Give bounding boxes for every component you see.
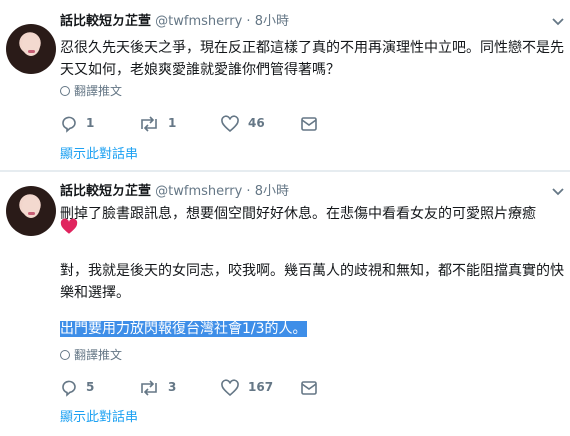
like-count: 167 [248, 380, 274, 394]
show-thread-link[interactable]: 顯示此對話串 [60, 147, 138, 163]
tweet-header: 話比較短ㄉ芷萱 @twfmsherry · 8小時 [60, 13, 289, 31]
tweet-text-line: 天又如何，老娘爽愛誰就愛誰你們管得著嗎？ [60, 62, 340, 78]
tweet-text-line: 刪掉了臉書跟訊息，想要個空間好好休息。在悲傷中看看女友的可愛照片療癒 [60, 206, 536, 222]
handle[interactable]: @twfmsherry [155, 184, 242, 199]
like-button[interactable]: 46 [220, 113, 265, 133]
translate-label: 翻譯推文 [74, 348, 123, 362]
reply-count: 5 [86, 380, 95, 394]
tweet-text-line: 對，我就是後天的女同志，咬我啊。幾百萬人的歧視和無知，都不能阻擋真實的快 [60, 263, 564, 279]
red-heart-emoji [60, 218, 78, 239]
chevron-down-icon[interactable] [552, 16, 564, 29]
retweet-icon [141, 379, 157, 396]
retweet-button[interactable]: 3 [138, 377, 176, 397]
separator: · [242, 184, 255, 199]
avatar[interactable] [6, 24, 56, 74]
envelope-icon [301, 116, 317, 131]
tweet-text-line: 樂和選擇。 [60, 285, 130, 301]
retweet-button[interactable]: 1 [138, 113, 176, 133]
envelope-icon [301, 380, 317, 395]
globe-icon [60, 350, 70, 360]
divider [0, 170, 570, 172]
tweet-text: 忍很久先天後天之爭，現在反正都這樣了真的不用再演理性中立吧。同性戀不是先 天又如… [60, 37, 566, 81]
translate-label: 翻譯推文 [74, 84, 123, 98]
reply-icon [62, 116, 76, 133]
retweet-count: 1 [168, 116, 177, 130]
tweet-actions: 1 1 46 [60, 113, 360, 133]
handle[interactable]: @twfmsherry [155, 14, 242, 29]
direct-message-button[interactable] [300, 113, 318, 133]
retweet-icon [141, 115, 157, 132]
reply-count: 1 [86, 116, 95, 130]
like-button[interactable]: 167 [220, 377, 273, 397]
like-count: 46 [248, 116, 265, 130]
selected-text: 出門要用力放閃報復台灣社會1/3的人。 [60, 321, 307, 337]
reply-button[interactable]: 5 [60, 377, 94, 397]
separator: · [242, 14, 255, 29]
heart-icon [221, 114, 239, 132]
display-name[interactable]: 話比較短ㄉ芷萱 [60, 184, 151, 199]
avatar[interactable] [6, 186, 56, 236]
timestamp[interactable]: 8小時 [255, 184, 289, 199]
tweet-text-highlighted: 出門要用力放閃報復台灣社會1/3的人。 [60, 318, 566, 340]
reply-icon [62, 380, 76, 397]
translate-tweet-link[interactable]: 翻譯推文 [60, 83, 122, 99]
direct-message-button[interactable] [300, 377, 318, 397]
heart-icon [221, 378, 239, 396]
translate-tweet-link[interactable]: 翻譯推文 [60, 347, 122, 363]
show-thread-link[interactable]: 顯示此對話串 [60, 410, 138, 426]
timestamp[interactable]: 8小時 [255, 14, 289, 29]
tweet-header: 話比較短ㄉ芷萱 @twfmsherry · 8小時 [60, 183, 289, 201]
display-name[interactable]: 話比較短ㄉ芷萱 [60, 14, 151, 29]
globe-icon [60, 86, 70, 96]
tweet-text-line: 忍很久先天後天之爭，現在反正都這樣了真的不用再演理性中立吧。同性戀不是先 [60, 40, 564, 56]
chevron-down-icon[interactable] [552, 186, 564, 199]
tweet-actions: 5 3 167 [60, 377, 360, 397]
retweet-count: 3 [168, 380, 177, 394]
reply-button[interactable]: 1 [60, 113, 94, 133]
